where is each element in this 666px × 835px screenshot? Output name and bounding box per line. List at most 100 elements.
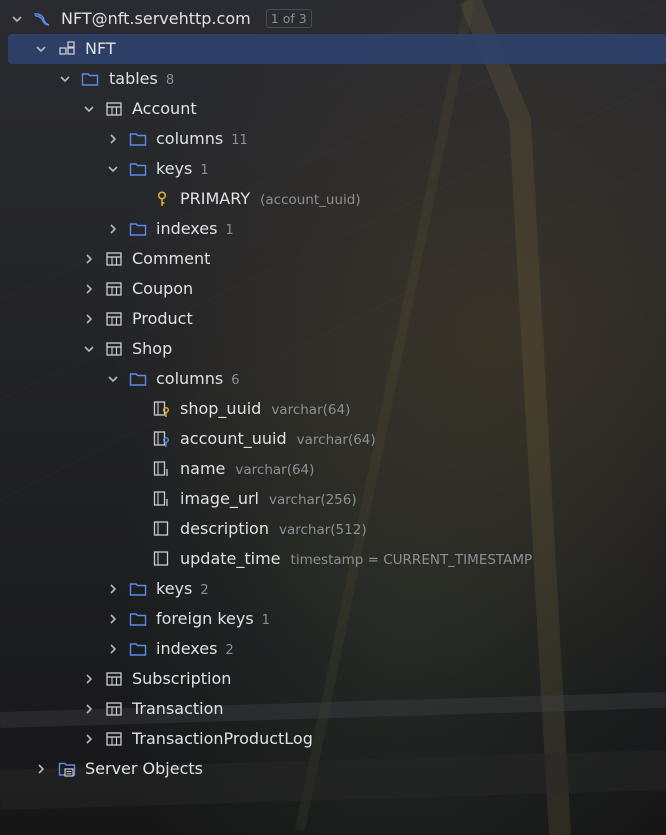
chevron-right-icon[interactable]	[82, 282, 96, 296]
folder-label: columns	[156, 129, 224, 148]
folder-label: indexes	[156, 219, 218, 238]
chevron-down-icon[interactable]	[106, 372, 120, 386]
tree-row-primary-key[interactable]: PRIMARY (account_uuid)	[0, 184, 666, 214]
folder-count: 2	[225, 643, 234, 658]
chevron-down-icon[interactable]	[10, 12, 24, 26]
folder-icon	[81, 70, 99, 88]
tree-row-column[interactable]: name varchar(64)	[0, 454, 666, 484]
tree-row-tables-folder[interactable]: tables 8	[0, 64, 666, 94]
chevron-down-icon[interactable]	[82, 102, 96, 116]
key-icon	[153, 190, 171, 208]
tree-row-table-transaction[interactable]: Transaction	[0, 694, 666, 724]
tree-row-table-comment[interactable]: Comment	[0, 244, 666, 274]
chevron-right-icon[interactable]	[82, 252, 96, 266]
tree-row-column[interactable]: image_url varchar(256)	[0, 484, 666, 514]
tree-row-column[interactable]: update_time timestamp = CURRENT_TIMESTAMP	[0, 544, 666, 574]
table-icon	[105, 280, 123, 298]
chevron-down-icon[interactable]	[58, 72, 72, 86]
column-name: image_url	[180, 489, 259, 508]
folder-label: keys	[156, 159, 193, 178]
server-objects-label: Server Objects	[85, 759, 203, 778]
tree-row-column[interactable]: description varchar(512)	[0, 514, 666, 544]
folder-icon	[129, 370, 147, 388]
folder-label: keys	[156, 579, 193, 598]
chevron-right-icon[interactable]	[106, 582, 120, 596]
table-name: Coupon	[132, 279, 194, 298]
chevron-right-icon[interactable]	[34, 762, 48, 776]
tree-row-connection[interactable]: NFT@nft.servehttp.com 1 of 3	[0, 4, 666, 34]
tree-row-server-objects[interactable]: Server Objects	[0, 754, 666, 784]
tree-row-column[interactable]: shop_uuid varchar(64)	[0, 394, 666, 424]
column-name: description	[180, 519, 269, 538]
column-type: timestamp = CURRENT_TIMESTAMP	[290, 552, 533, 568]
tree-row-account-indexes[interactable]: indexes 1	[0, 214, 666, 244]
key-detail: (account_uuid)	[260, 192, 361, 208]
table-name: Transaction	[132, 699, 224, 718]
tree-row-table-subscription[interactable]: Subscription	[0, 664, 666, 694]
tree-row-schema[interactable]: NFT	[8, 34, 666, 64]
table-icon	[105, 340, 123, 358]
folder-count: 11	[231, 133, 248, 148]
foreign-key-column-icon	[153, 430, 171, 448]
folder-icon	[129, 130, 147, 148]
tree-row-shop-keys[interactable]: keys 2	[0, 574, 666, 604]
primary-key-column-icon	[153, 400, 171, 418]
tree-row-table-account[interactable]: Account	[0, 94, 666, 124]
tree-row-account-keys[interactable]: keys 1	[0, 154, 666, 184]
chevron-right-icon[interactable]	[82, 732, 96, 746]
tables-count: 8	[165, 73, 175, 88]
column-icon	[153, 520, 171, 538]
folder-count: 6	[231, 373, 240, 388]
table-name: Shop	[132, 339, 173, 358]
folder-label: indexes	[156, 639, 218, 658]
database-tree: NFT@nft.servehttp.com 1 of 3 NFT tables 8	[0, 4, 666, 784]
tree-row-table-coupon[interactable]: Coupon	[0, 274, 666, 304]
connection-badge: 1 of 3	[265, 9, 312, 28]
column-type: varchar(512)	[278, 522, 367, 538]
chevron-right-icon[interactable]	[106, 642, 120, 656]
column-type: varchar(256)	[269, 492, 357, 508]
folder-icon	[129, 160, 147, 178]
column-name: update_time	[180, 549, 281, 568]
tree-row-shop-foreign-keys[interactable]: foreign keys 1	[0, 604, 666, 634]
folder-label: foreign keys	[156, 609, 254, 628]
table-name: TransactionProductLog	[132, 729, 313, 748]
tree-row-shop-indexes[interactable]: indexes 2	[0, 634, 666, 664]
column-type: varchar(64)	[271, 402, 351, 418]
table-name: Account	[132, 99, 197, 118]
table-icon	[105, 100, 123, 118]
table-name: Product	[132, 309, 193, 328]
tree-row-column[interactable]: account_uuid varchar(64)	[0, 424, 666, 454]
tree-row-account-columns[interactable]: columns 11	[0, 124, 666, 154]
chevron-down-icon[interactable]	[34, 42, 48, 56]
chevron-right-icon[interactable]	[82, 312, 96, 326]
chevron-right-icon[interactable]	[106, 612, 120, 626]
column-type: varchar(64)	[296, 432, 376, 448]
table-icon	[105, 250, 123, 268]
folder-icon	[129, 610, 147, 628]
chevron-right-icon[interactable]	[106, 132, 120, 146]
chevron-right-icon[interactable]	[82, 702, 96, 716]
table-name: Comment	[132, 249, 211, 268]
chevron-down-icon[interactable]	[82, 342, 96, 356]
table-icon	[105, 730, 123, 748]
tree-row-table-transactionproductlog[interactable]: TransactionProductLog	[0, 724, 666, 754]
chevron-right-icon[interactable]	[82, 672, 96, 686]
table-icon	[105, 670, 123, 688]
tree-row-shop-columns[interactable]: columns 6	[0, 364, 666, 394]
chevron-down-icon[interactable]	[106, 162, 120, 176]
tree-row-table-shop[interactable]: Shop	[0, 334, 666, 364]
table-name: Subscription	[132, 669, 232, 688]
schema-icon	[58, 40, 76, 58]
mysql-dolphin-icon	[33, 10, 51, 28]
folder-count: 1	[200, 163, 209, 178]
folder-count: 1	[261, 613, 270, 628]
folder-icon	[129, 220, 147, 238]
tree-row-table-product[interactable]: Product	[0, 304, 666, 334]
folder-icon	[129, 640, 147, 658]
column-type: varchar(64)	[235, 462, 315, 478]
folder-count: 2	[200, 583, 209, 598]
column-icon	[153, 550, 171, 568]
chevron-right-icon[interactable]	[106, 222, 120, 236]
connection-name: NFT@nft.servehttp.com	[61, 9, 251, 28]
